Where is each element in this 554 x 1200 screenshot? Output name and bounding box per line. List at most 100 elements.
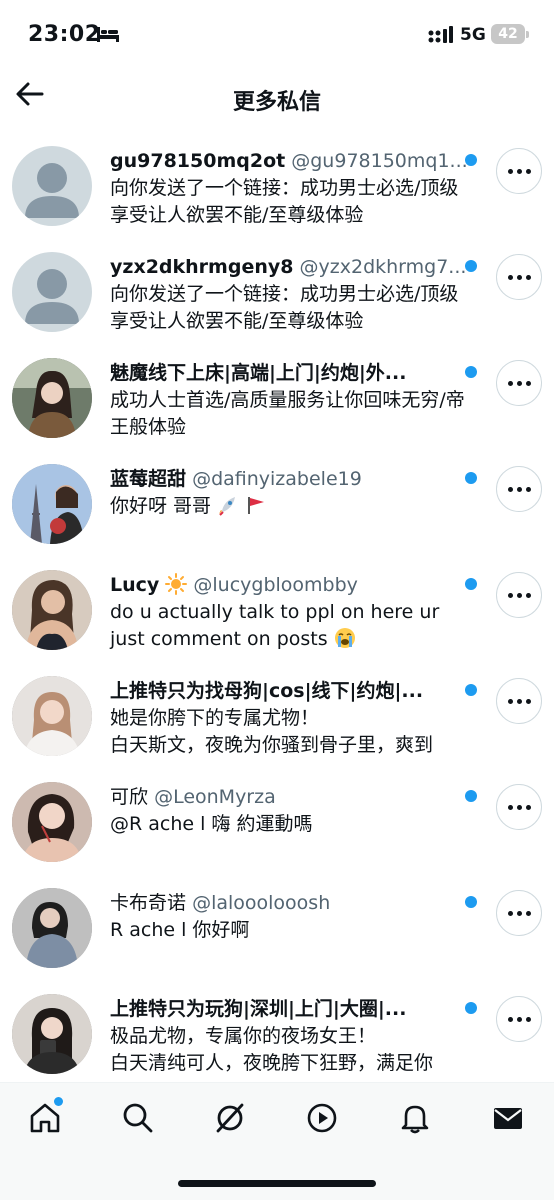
message-row[interactable]: Lucy @lucygbloombby do u actually talk t… bbox=[0, 558, 554, 664]
home-icon[interactable] bbox=[28, 1101, 62, 1135]
message-content: gu978150mq2ot @gu978150mq1... 向你发送了一个链接：… bbox=[110, 148, 468, 229]
more-options-button[interactable] bbox=[496, 466, 542, 512]
rocket-emoji bbox=[219, 497, 236, 516]
message-preview: 向你发送了一个链接：成功男士必选/顶级享受让人欲罢不能/至尊级体验 bbox=[110, 283, 459, 332]
sender-name: 蓝莓超甜 bbox=[110, 468, 187, 490]
user-avatar[interactable] bbox=[12, 782, 92, 862]
message-preview: R ache l 你好啊 bbox=[110, 919, 250, 941]
sender-handle: @lucygbloombby bbox=[193, 574, 358, 596]
message-row[interactable]: 上推特只为玩狗|深圳|上门|大圈|... 极品尤物，专属你的夜场女王！ 白天清纯… bbox=[0, 982, 554, 1088]
user-avatar[interactable] bbox=[12, 676, 92, 756]
cellular-signal-icon bbox=[428, 26, 453, 43]
unread-dot bbox=[465, 1002, 477, 1014]
battery-indicator: 42 bbox=[491, 24, 529, 44]
crying-face-emoji bbox=[334, 628, 355, 648]
default-avatar[interactable] bbox=[12, 252, 92, 332]
default-avatar[interactable] bbox=[12, 146, 92, 226]
sender-name: yzx2dkhrmgeny8 bbox=[110, 256, 294, 278]
more-options-button[interactable] bbox=[496, 784, 542, 830]
sender-line: 可欣 @LeonMyrza bbox=[110, 784, 468, 811]
user-avatar[interactable] bbox=[12, 464, 92, 544]
message-preview: 她是你胯下的专属尤物！ bbox=[110, 707, 320, 729]
sender-name: 上推特只为玩狗|深圳|上门|大圈|... bbox=[110, 998, 407, 1020]
message-text: do u actually talk to ppl on here ur jus… bbox=[110, 601, 440, 650]
sender-line: yzx2dkhrmgeny8 @yzx2dkhrmg7... bbox=[110, 254, 468, 281]
search-icon[interactable] bbox=[121, 1101, 155, 1135]
sender-handle: @gu978150mq1... bbox=[291, 150, 468, 172]
sender-handle: @lalooolooosh bbox=[192, 892, 331, 914]
more-options-button[interactable] bbox=[496, 254, 542, 300]
home-notification-dot bbox=[54, 1097, 63, 1106]
unread-dot bbox=[465, 684, 477, 696]
message-preview: do u actually talk to ppl on here ur jus… bbox=[110, 599, 468, 653]
status-time: 23:02 bbox=[28, 22, 101, 47]
message-row[interactable]: yzx2dkhrmgeny8 @yzx2dkhrmg7... 向你发送了一个链接… bbox=[0, 240, 554, 346]
message-content: 卡布奇诺 @lalooolooosh R ache l 你好啊 bbox=[110, 890, 468, 944]
message-request-list: gu978150mq2ot @gu978150mq1... 向你发送了一个链接：… bbox=[0, 134, 554, 1088]
sender-line: gu978150mq2ot @gu978150mq1... bbox=[110, 148, 468, 175]
message-content: 蓝莓超甜 @dafinyizabele19 你好呀 哥哥 bbox=[110, 466, 468, 520]
sender-handle: @yzx2dkhrmg7... bbox=[299, 256, 467, 278]
message-row[interactable]: 魅魔线下上床|高端|上门|约炮|外... 成功人士首选/高质量服务让你回味无穷/… bbox=[0, 346, 554, 452]
message-preview-line2: 白天斯文，夜晚为你骚到骨子里，爽到 bbox=[110, 734, 434, 756]
play-icon[interactable] bbox=[305, 1101, 339, 1135]
more-options-button[interactable] bbox=[496, 996, 542, 1042]
sender-name: 魅魔线下上床|高端|上门|约炮|外... bbox=[110, 362, 407, 384]
status-bar: 23:02 5G 42 bbox=[0, 0, 554, 64]
sleep-focus-icon bbox=[97, 27, 119, 42]
message-preview-line2: 白天清纯可人，夜晚胯下狂野，满足你 bbox=[110, 1052, 434, 1074]
more-options-button[interactable] bbox=[496, 572, 542, 618]
unread-dot bbox=[465, 896, 477, 908]
sender-name: Lucy bbox=[110, 574, 160, 596]
unread-dot bbox=[465, 154, 477, 166]
message-row[interactable]: 可欣 @LeonMyrza @R ache l 嗨 約運動嗎 bbox=[0, 770, 554, 876]
unread-dot bbox=[465, 472, 477, 484]
flag-emoji bbox=[248, 497, 265, 514]
header: 更多私信 bbox=[0, 64, 554, 134]
message-row[interactable]: gu978150mq2ot @gu978150mq1... 向你发送了一个链接：… bbox=[0, 134, 554, 240]
sender-line: 卡布奇诺 @lalooolooosh bbox=[110, 890, 468, 917]
message-content: Lucy @lucygbloombby do u actually talk t… bbox=[110, 572, 468, 653]
message-row[interactable]: 上推特只为找母狗|cos|线下|约炮|... 她是你胯下的专属尤物！ 白天斯文，… bbox=[0, 664, 554, 770]
message-row[interactable]: 蓝莓超甜 @dafinyizabele19 你好呀 哥哥 bbox=[0, 452, 554, 558]
bell-icon[interactable] bbox=[398, 1101, 432, 1135]
message-preview: 极品尤物，专属你的夜场女王！ bbox=[110, 1025, 377, 1047]
message-content: 上推特只为找母狗|cos|线下|约炮|... 她是你胯下的专属尤物！ 白天斯文，… bbox=[110, 678, 468, 759]
user-avatar[interactable] bbox=[12, 888, 92, 968]
message-preview: 成功人士首选/高质量服务让你回味无穷/帝王般体验 bbox=[110, 389, 465, 438]
more-options-button[interactable] bbox=[496, 678, 542, 724]
sender-line: 魅魔线下上床|高端|上门|约炮|外... bbox=[110, 360, 468, 387]
network-type: 5G bbox=[460, 25, 486, 45]
sender-name: 可欣 bbox=[110, 786, 149, 808]
grok-icon[interactable] bbox=[213, 1101, 247, 1135]
user-avatar[interactable] bbox=[12, 358, 92, 438]
message-row[interactable]: 卡布奇诺 @lalooolooosh R ache l 你好啊 bbox=[0, 876, 554, 982]
sender-name: 卡布奇诺 bbox=[110, 892, 187, 914]
unread-dot bbox=[465, 260, 477, 272]
sender-line: 上推特只为玩狗|深圳|上门|大圈|... bbox=[110, 996, 468, 1023]
sender-handle: @dafinyizabele19 bbox=[192, 468, 362, 490]
sender-line: Lucy @lucygbloombby bbox=[110, 572, 468, 599]
unread-dot bbox=[465, 790, 477, 802]
sender-name: 上推特只为找母狗|cos|线下|约炮|... bbox=[110, 680, 424, 702]
home-indicator bbox=[178, 1180, 376, 1187]
message-text: 你好呀 哥哥 bbox=[110, 495, 212, 517]
unread-dot bbox=[465, 578, 477, 590]
user-avatar[interactable] bbox=[12, 570, 92, 650]
message-preview: @R ache l 嗨 約運動嗎 bbox=[110, 813, 313, 835]
message-preview: 你好呀 哥哥 bbox=[110, 493, 468, 520]
page-title: 更多私信 bbox=[232, 90, 321, 115]
more-options-button[interactable] bbox=[496, 360, 542, 406]
user-avatar[interactable] bbox=[12, 994, 92, 1074]
message-content: 上推特只为玩狗|深圳|上门|大圈|... 极品尤物，专属你的夜场女王！ 白天清纯… bbox=[110, 996, 468, 1077]
unread-dot bbox=[465, 366, 477, 378]
message-content: yzx2dkhrmgeny8 @yzx2dkhrmg7... 向你发送了一个链接… bbox=[110, 254, 468, 335]
more-options-button[interactable] bbox=[496, 148, 542, 194]
sun-emoji bbox=[165, 573, 188, 595]
message-preview: 向你发送了一个链接：成功男士必选/顶级享受让人欲罢不能/至尊级体验 bbox=[110, 177, 459, 226]
mail-icon[interactable] bbox=[491, 1101, 525, 1135]
sender-name: gu978150mq2ot bbox=[110, 150, 286, 172]
message-content: 魅魔线下上床|高端|上门|约炮|外... 成功人士首选/高质量服务让你回味无穷/… bbox=[110, 360, 468, 441]
more-options-button[interactable] bbox=[496, 890, 542, 936]
sender-handle: @LeonMyrza bbox=[154, 786, 276, 808]
